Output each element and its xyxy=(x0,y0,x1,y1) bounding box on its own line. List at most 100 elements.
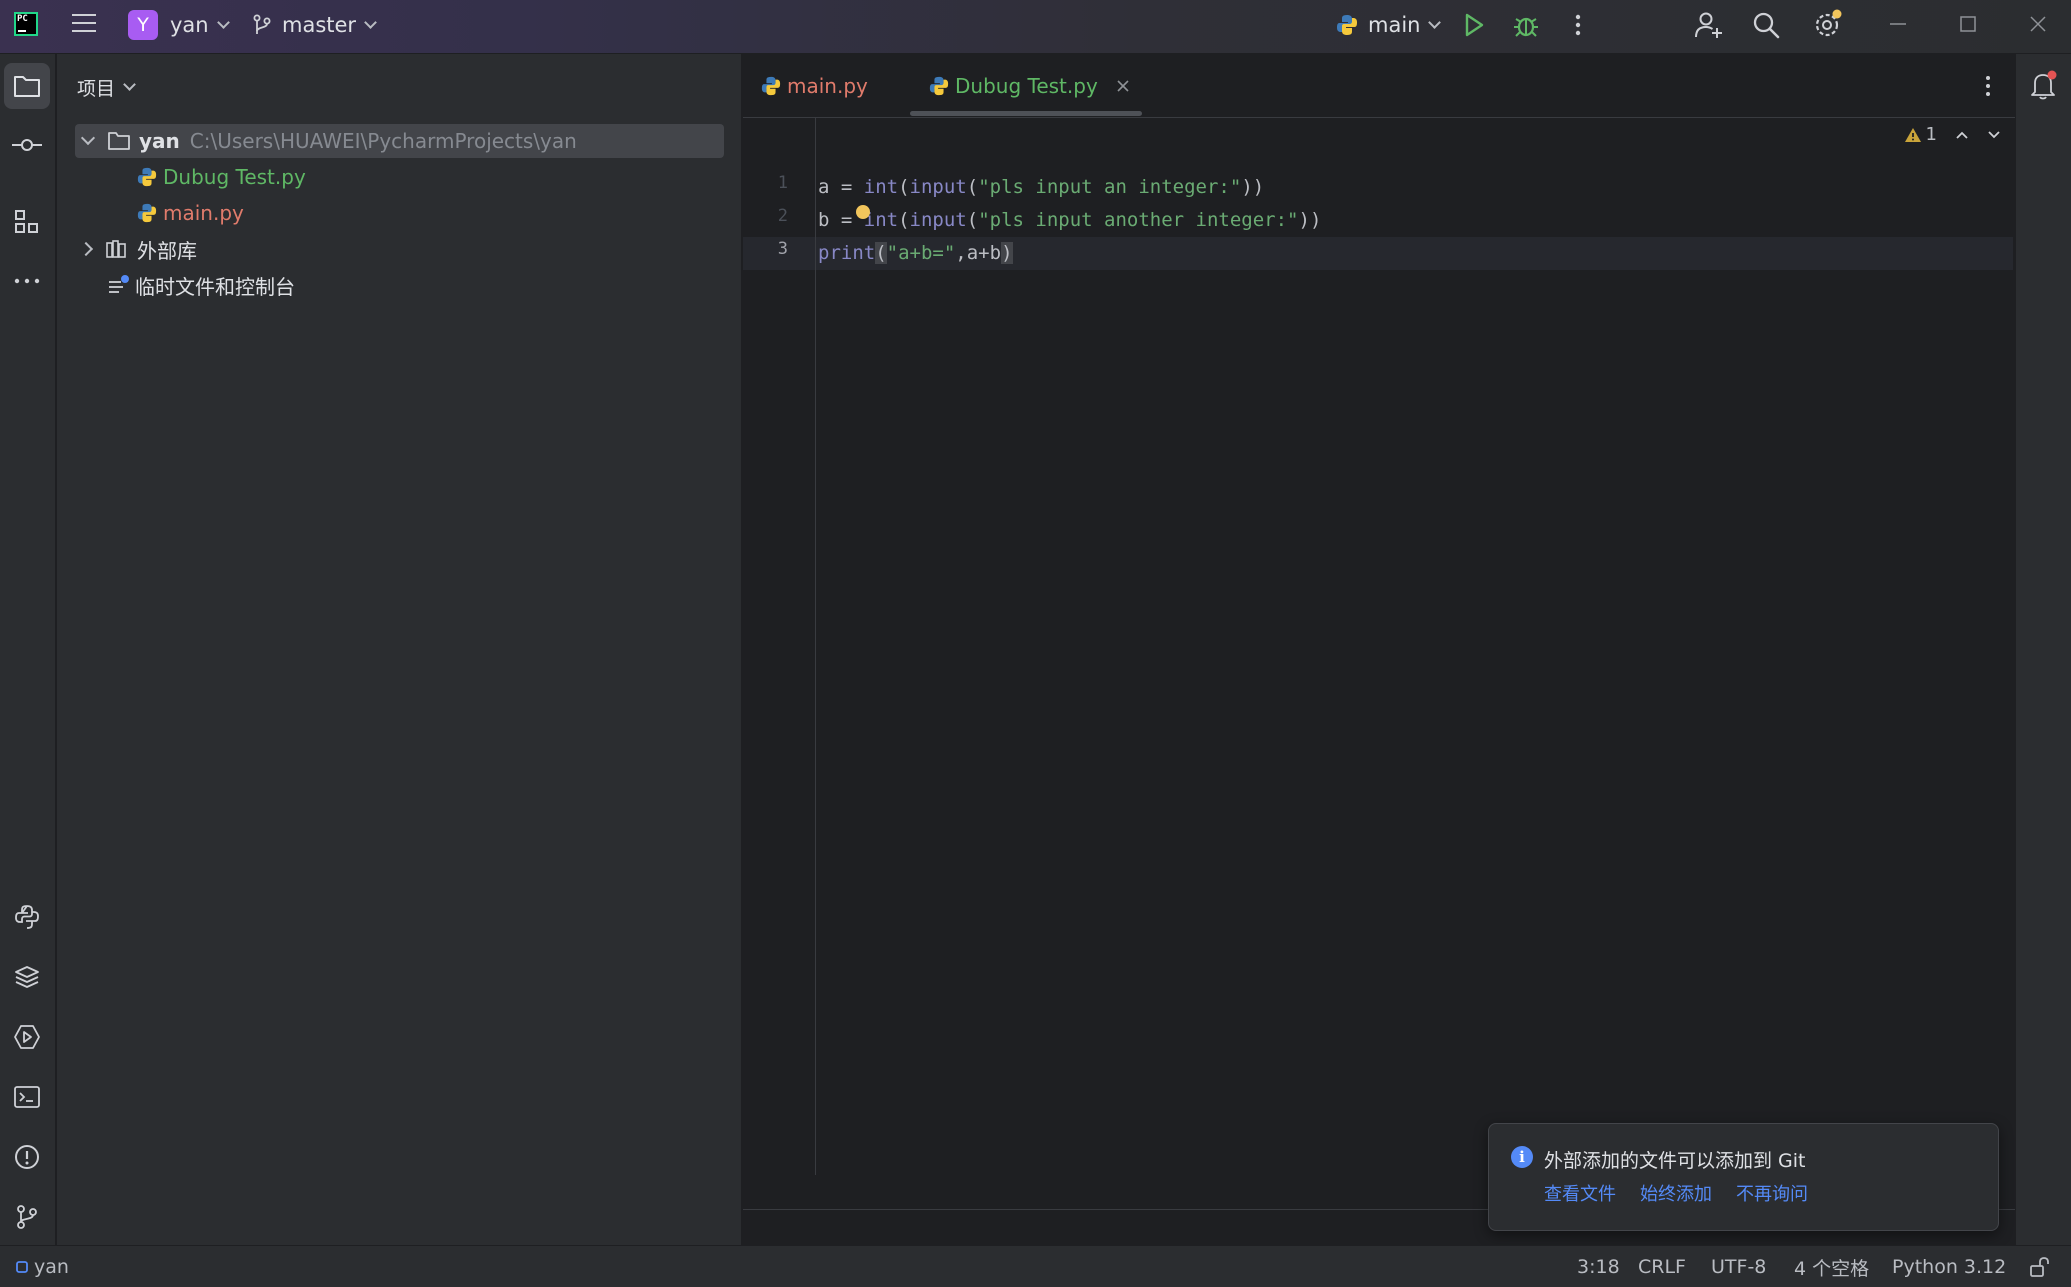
tree-item-external-libraries[interactable]: 外部库 xyxy=(75,232,197,266)
active-tab-indicator xyxy=(910,111,1142,116)
commit-tool-button[interactable] xyxy=(4,122,50,168)
git-notification-popup: i 外部添加的文件可以添加到 Git 查看文件 始终添加 不再询问 xyxy=(1488,1123,1999,1231)
terminal-button[interactable] xyxy=(4,1074,50,1120)
tree-item-dubug-test[interactable]: Dubug Test.py xyxy=(137,160,306,194)
tree-item-label: 外部库 xyxy=(137,238,197,263)
tree-item-project-root[interactable]: yan C:\Users\HUAWEI\PycharmProjects\yan xyxy=(75,124,724,158)
status-interpreter[interactable]: Python 3.12 xyxy=(1892,1246,2006,1287)
main-menu-icon[interactable] xyxy=(72,14,96,34)
python-console-button[interactable] xyxy=(4,894,50,940)
code-token: "a+b=" xyxy=(886,242,956,264)
code-token: ( xyxy=(898,209,910,231)
code-line-2[interactable]: b = int(input("pls input another integer… xyxy=(818,204,1321,237)
left-tool-strip xyxy=(0,54,56,1245)
problems-button[interactable] xyxy=(4,1134,50,1180)
tab-actions-more-icon[interactable] xyxy=(1981,74,1995,98)
line-number: 2 xyxy=(777,206,788,226)
chevron-down-icon[interactable] xyxy=(1987,130,2001,140)
run-icon[interactable] xyxy=(1462,12,1486,38)
services-icon xyxy=(14,1025,40,1049)
problems-icon xyxy=(15,1145,39,1169)
tab-main-py[interactable]: main.py xyxy=(761,54,868,118)
code-token: ( xyxy=(875,242,887,264)
expand-arrow-icon[interactable] xyxy=(78,241,94,257)
tree-item-label: Dubug Test.py xyxy=(163,165,306,189)
editor-tab-bar: main.py Dubug Test.py xyxy=(743,54,2015,118)
code-line-1[interactable]: a = int(input("pls input an integer:")) xyxy=(818,171,1264,204)
scratches-icon xyxy=(109,275,129,293)
settings-icon[interactable] xyxy=(1812,8,1844,40)
status-encoding[interactable]: UTF-8 xyxy=(1711,1246,1766,1287)
commit-icon xyxy=(12,139,42,151)
editor-area: main.py Dubug Test.py 1 2 3 a = int(inpu… xyxy=(743,54,2015,1245)
project-switcher[interactable]: Y yan xyxy=(128,0,230,50)
tab-dubug-test[interactable]: Dubug Test.py xyxy=(929,54,1130,118)
python-file-icon xyxy=(929,76,949,96)
minimize-icon[interactable] xyxy=(1888,14,1908,34)
run-config-name: main xyxy=(1368,13,1421,37)
status-project-name: yan xyxy=(34,1256,69,1278)
line-number: 3 xyxy=(777,239,788,259)
debug-icon[interactable] xyxy=(1512,11,1540,39)
python-icon xyxy=(1337,15,1357,35)
code-token: a = xyxy=(818,176,864,198)
python-console-icon xyxy=(15,905,39,929)
more-tools-icon xyxy=(14,278,40,284)
chevron-up-icon[interactable] xyxy=(1955,130,1969,140)
branch-icon xyxy=(253,14,271,34)
chevron-down-icon xyxy=(364,15,377,29)
code-token: input xyxy=(909,176,967,198)
notification-message: 外部添加的文件可以添加到 Git xyxy=(1544,1150,1806,1172)
dont-ask-again-link[interactable]: 不再询问 xyxy=(1736,1180,1808,1206)
more-tools-button[interactable] xyxy=(4,258,50,304)
project-tool-button[interactable] xyxy=(4,63,50,109)
run-config-selector[interactable]: main xyxy=(1336,0,1442,50)
branch-name: master xyxy=(282,13,357,37)
maximize-icon[interactable] xyxy=(1958,14,1978,34)
code-token: ( xyxy=(898,176,910,198)
code-token: ( xyxy=(966,176,979,198)
status-indent[interactable]: 4 个空格 xyxy=(1794,1246,1869,1287)
code-line-3[interactable]: print("a+b=",a+b) xyxy=(818,237,1013,270)
tree-item-main-py[interactable]: main.py xyxy=(137,196,244,230)
code-token: ,a+b xyxy=(955,242,1002,264)
intention-bulb-icon[interactable] xyxy=(856,205,870,219)
close-icon[interactable] xyxy=(2028,14,2048,34)
python-file-icon xyxy=(761,76,781,96)
search-icon[interactable] xyxy=(1752,11,1780,39)
tab-label: main.py xyxy=(787,74,868,98)
lock-icon[interactable] xyxy=(2028,1256,2050,1278)
folder-icon xyxy=(108,132,130,150)
structure-icon xyxy=(15,210,38,233)
status-caret-position[interactable]: 3:18 xyxy=(1577,1246,1620,1287)
services-button[interactable] xyxy=(4,1014,50,1060)
code-token: )) xyxy=(1241,176,1265,198)
notifications-icon[interactable] xyxy=(2030,70,2058,100)
tab-close-icon[interactable] xyxy=(1116,79,1130,93)
python-file-icon xyxy=(137,203,157,223)
line-number-gutter: 1 2 3 xyxy=(743,118,816,1175)
python-packages-button[interactable] xyxy=(4,954,50,1000)
git-tool-button[interactable] xyxy=(4,1194,50,1240)
structure-tool-button[interactable] xyxy=(4,199,50,245)
branch-switcher[interactable]: master xyxy=(252,0,377,50)
view-files-link[interactable]: 查看文件 xyxy=(1544,1180,1616,1206)
code-token: )) xyxy=(1298,209,1322,231)
line-number: 1 xyxy=(777,173,788,193)
inspection-widget[interactable]: 1 xyxy=(1904,124,2001,145)
status-project-breadcrumb[interactable]: yan xyxy=(16,1246,69,1287)
chevron-down-icon xyxy=(1428,15,1442,29)
tree-item-label: 临时文件和控制台 xyxy=(135,274,295,299)
more-icon[interactable] xyxy=(1566,12,1590,38)
pycharm-logo-icon[interactable]: PC xyxy=(14,12,38,36)
code-token: int xyxy=(863,176,899,198)
library-icon xyxy=(106,240,126,258)
expand-arrow-icon[interactable] xyxy=(80,130,96,146)
status-line-ending[interactable]: CRLF xyxy=(1638,1246,1686,1287)
project-panel-header[interactable]: 项目 xyxy=(77,74,136,101)
code-token: "pls input another integer:" xyxy=(978,209,1299,231)
add-user-icon[interactable] xyxy=(1694,10,1724,40)
tree-item-scratches[interactable]: 临时文件和控制台 xyxy=(107,268,295,302)
always-add-link[interactable]: 始终添加 xyxy=(1640,1180,1712,1206)
chevron-down-icon xyxy=(216,15,230,29)
